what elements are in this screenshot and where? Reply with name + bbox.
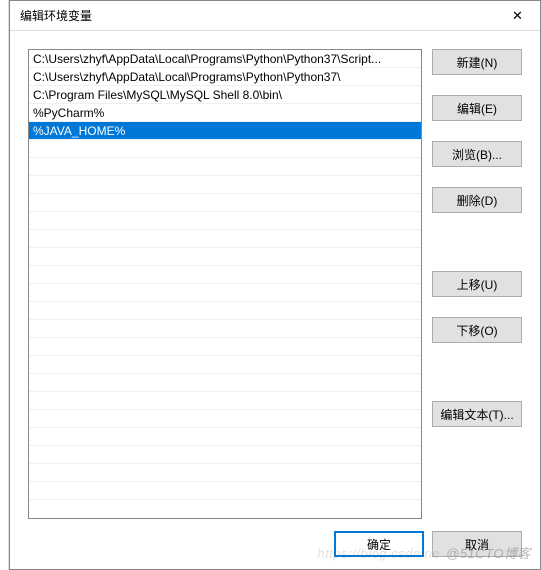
new-button[interactable]: 新建(N) [432,49,522,75]
move-down-button-label: 下移(O) [456,322,497,339]
list-item[interactable]: C:\Program Files\MySQL\MySQL Shell 8.0\b… [29,86,421,104]
list-item[interactable] [29,446,421,464]
move-down-button[interactable]: 下移(O) [432,317,522,343]
list-item[interactable]: C:\Users\zhyf\AppData\Local\Programs\Pyt… [29,68,421,86]
browse-button-label: 浏览(B)... [452,146,502,163]
edit-env-var-dialog: 编辑环境变量 ✕ C:\Users\zhyf\AppData\Local\Pro… [9,0,541,570]
list-item[interactable] [29,212,421,230]
list-item[interactable] [29,464,421,482]
list-item[interactable] [29,320,421,338]
list-item[interactable] [29,482,421,500]
main-row: C:\Users\zhyf\AppData\Local\Programs\Pyt… [28,49,522,519]
delete-button-label: 删除(D) [457,192,498,209]
move-up-button[interactable]: 上移(U) [432,271,522,297]
list-item[interactable]: %PyCharm% [29,104,421,122]
list-item[interactable] [29,230,421,248]
titlebar: 编辑环境变量 ✕ [10,1,540,31]
dialog-title: 编辑环境变量 [20,7,92,24]
edit-button[interactable]: 编辑(E) [432,95,522,121]
edit-text-button-label: 编辑文本(T)... [440,406,513,423]
new-button-label: 新建(N) [457,54,498,71]
move-up-button-label: 上移(U) [457,276,498,293]
browse-button[interactable]: 浏览(B)... [432,141,522,167]
close-button[interactable]: ✕ [495,1,540,31]
list-item[interactable] [29,176,421,194]
cancel-button[interactable]: 取消 [432,531,522,557]
edit-text-button[interactable]: 编辑文本(T)... [432,401,522,427]
path-listbox[interactable]: C:\Users\zhyf\AppData\Local\Programs\Pyt… [28,49,422,519]
ok-button-label: 确定 [367,536,391,553]
list-item[interactable] [29,392,421,410]
list-item[interactable] [29,194,421,212]
close-icon: ✕ [512,8,523,24]
list-item[interactable] [29,410,421,428]
ok-button[interactable]: 确定 [334,531,424,557]
list-item[interactable] [29,302,421,320]
list-item[interactable] [29,158,421,176]
list-item[interactable] [29,248,421,266]
background-strip [0,0,9,570]
edit-button-label: 编辑(E) [457,100,497,117]
list-item[interactable] [29,338,421,356]
list-item[interactable] [29,374,421,392]
list-item[interactable] [29,356,421,374]
list-item[interactable]: C:\Users\zhyf\AppData\Local\Programs\Pyt… [29,50,421,68]
list-item[interactable] [29,284,421,302]
list-item[interactable]: %JAVA_HOME% [29,122,421,140]
cancel-button-label: 取消 [465,536,489,553]
dialog-footer: 确定 取消 [28,519,522,557]
list-item[interactable] [29,140,421,158]
delete-button[interactable]: 删除(D) [432,187,522,213]
list-item[interactable] [29,428,421,446]
list-item[interactable] [29,266,421,284]
dialog-content: C:\Users\zhyf\AppData\Local\Programs\Pyt… [10,31,540,569]
button-column: 新建(N) 编辑(E) 浏览(B)... 删除(D) 上移(U) 下移(O) 编… [432,49,522,519]
